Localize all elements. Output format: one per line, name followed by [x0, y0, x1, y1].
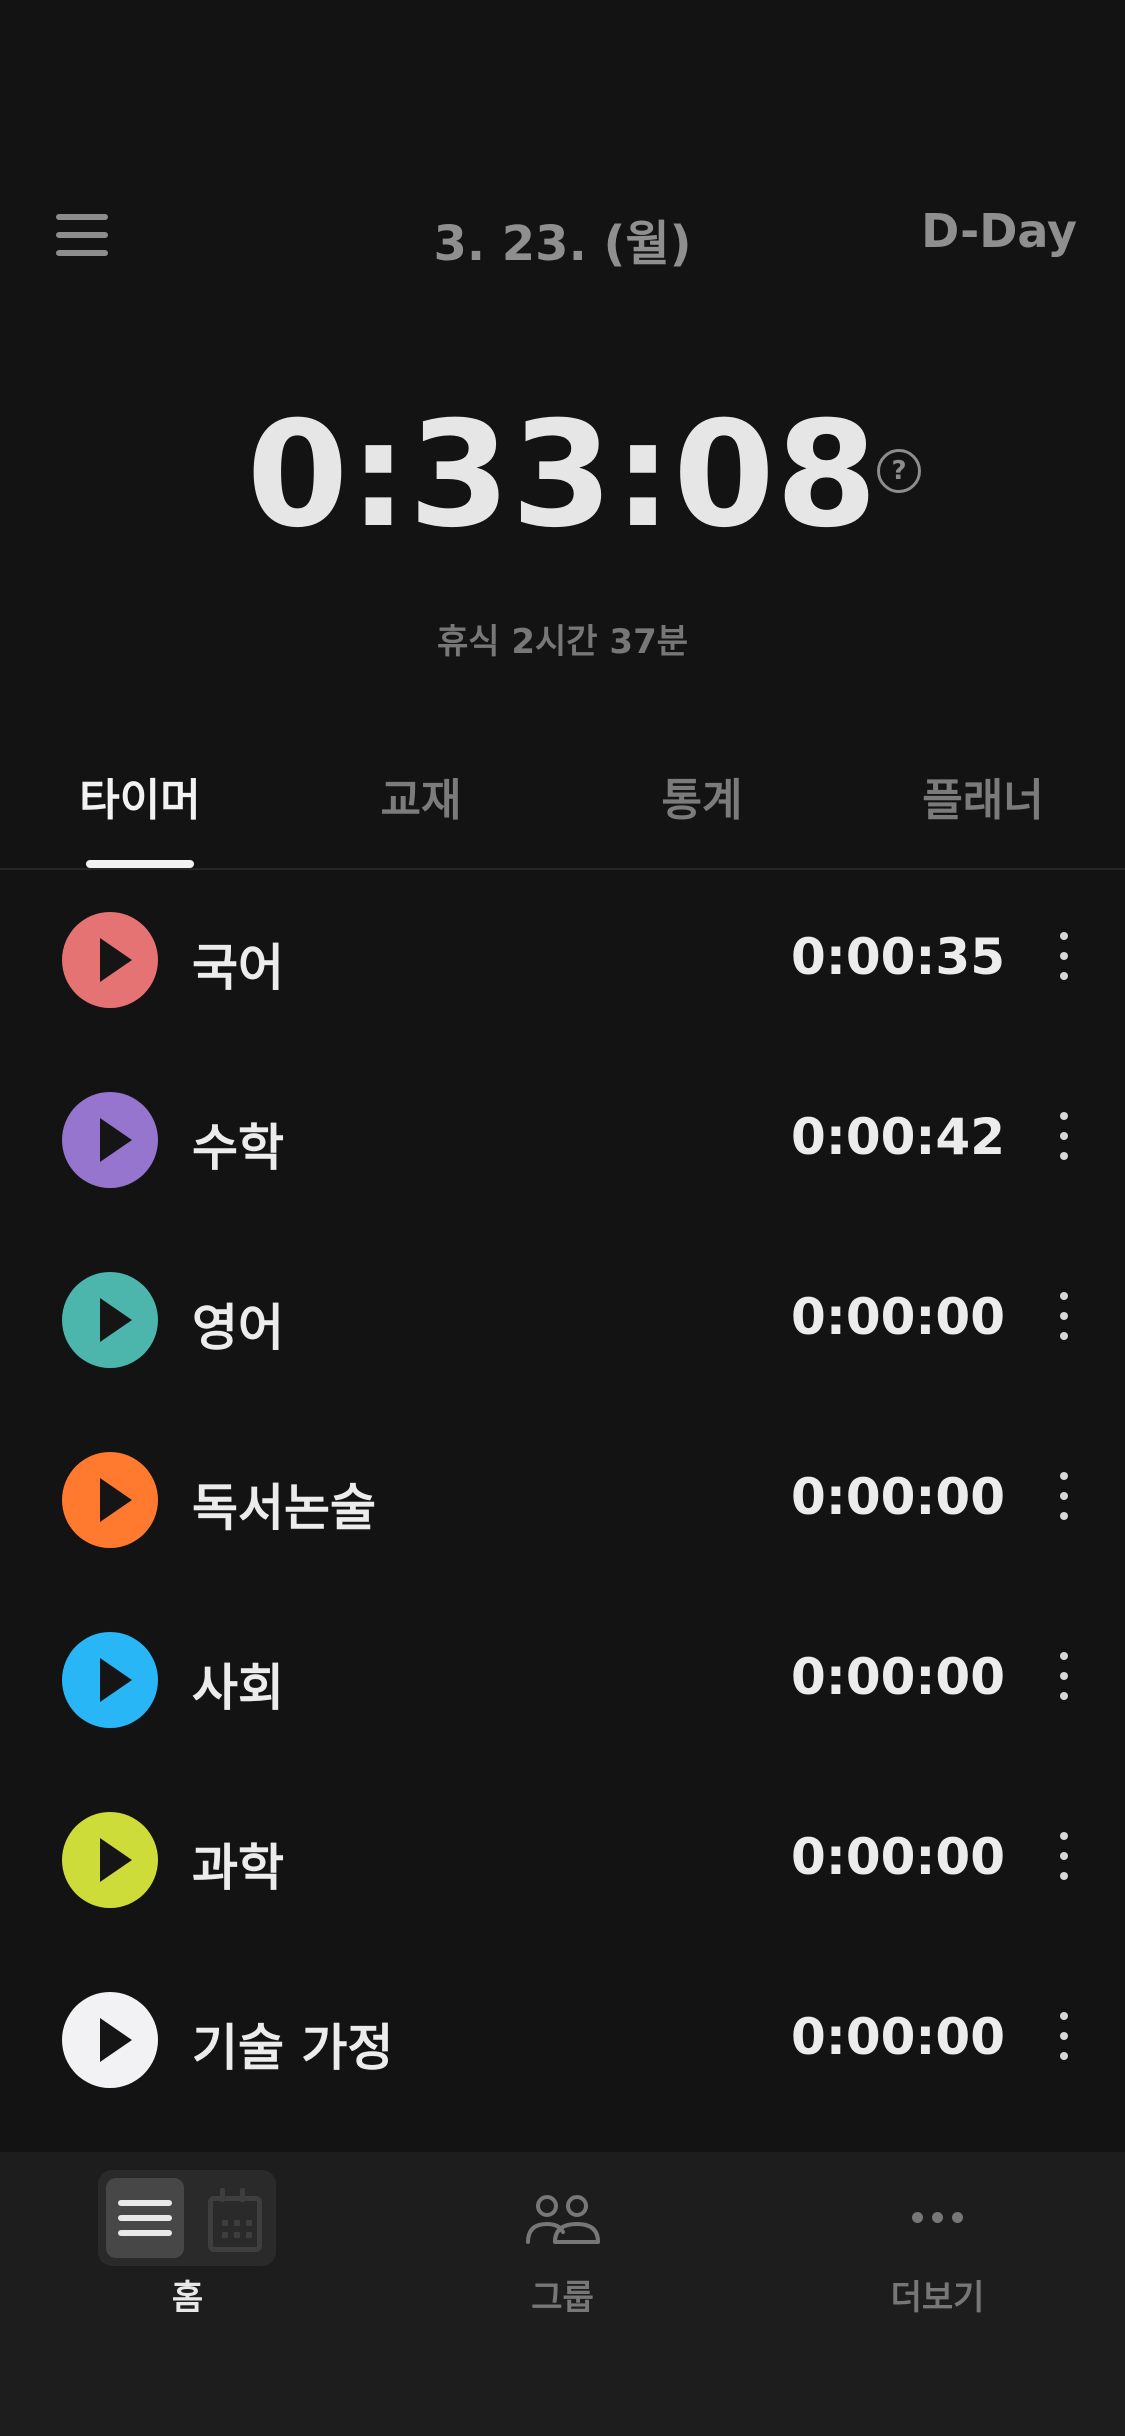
subject-time: 0:00:00	[791, 1828, 1005, 1886]
subject-row[interactable]: 기술 가정 0:00:00	[0, 1948, 1125, 2128]
play-icon[interactable]	[62, 912, 158, 1008]
play-icon[interactable]	[62, 1092, 158, 1188]
tab-textbook[interactable]: 교재	[281, 764, 561, 828]
play-icon[interactable]	[62, 1452, 158, 1548]
more-dots-icon	[912, 2212, 964, 2224]
question-circle-icon[interactable]: ?	[877, 449, 921, 493]
calendar-view-icon[interactable]	[194, 2178, 270, 2258]
nav-more[interactable]: 더보기	[750, 2152, 1125, 2352]
subject-name: 수학	[192, 1119, 284, 1177]
play-icon[interactable]	[62, 1992, 158, 2088]
top-bar: 3. 23. (월) D-Day	[0, 170, 1125, 300]
subject-row[interactable]: 수학 0:00:42	[0, 1048, 1125, 1228]
tab-statistics[interactable]: 통계	[562, 764, 842, 828]
subject-name: 독서논술	[192, 1479, 376, 1537]
tab-bar: 타이머 교재 통계 플래너	[0, 740, 1125, 870]
rest-time-label: 휴식 2시간 37분	[436, 622, 689, 662]
subject-time: 0:00:00	[791, 1288, 1005, 1346]
nav-home[interactable]: 홈	[0, 2152, 375, 2352]
subject-time: 0:00:00	[791, 1648, 1005, 1706]
more-vertical-icon[interactable]	[1050, 1832, 1078, 1888]
subject-name: 영어	[192, 1299, 284, 1357]
more-vertical-icon[interactable]	[1050, 1112, 1078, 1168]
subject-time: 0:00:35	[791, 928, 1005, 986]
home-view-toggle[interactable]	[98, 2170, 276, 2266]
play-icon[interactable]	[62, 1272, 158, 1368]
group-icon	[526, 2195, 600, 2244]
subject-row[interactable]: 국어 0:00:35	[0, 868, 1125, 1048]
subject-time: 0:00:00	[791, 2008, 1005, 2066]
nav-more-label: 더보기	[890, 2278, 985, 2318]
bottom-navigation: 홈 그룹 더보기	[0, 2152, 1125, 2436]
subject-time: 0:00:00	[791, 1468, 1005, 1526]
tab-timer[interactable]: 타이머	[0, 764, 280, 828]
more-vertical-icon[interactable]	[1050, 932, 1078, 988]
play-icon[interactable]	[62, 1632, 158, 1728]
active-tab-indicator	[86, 860, 194, 868]
nav-group[interactable]: 그룹	[375, 2152, 750, 2352]
subject-name: 국어	[192, 939, 284, 997]
list-view-icon[interactable]	[106, 2178, 184, 2258]
d-day-button[interactable]: D-Day	[921, 204, 1077, 258]
more-vertical-icon[interactable]	[1050, 2012, 1078, 2068]
total-study-time: 0:33:08	[246, 390, 879, 560]
subject-row[interactable]: 과학 0:00:00	[0, 1768, 1125, 1948]
subject-name: 사회	[192, 1659, 284, 1717]
more-vertical-icon[interactable]	[1050, 1652, 1078, 1708]
more-vertical-icon[interactable]	[1050, 1472, 1078, 1528]
subject-row[interactable]: 독서논술 0:00:00	[0, 1408, 1125, 1588]
subject-row[interactable]: 사회 0:00:00	[0, 1588, 1125, 1768]
tab-planner[interactable]: 플래너	[843, 764, 1123, 828]
play-icon[interactable]	[62, 1812, 158, 1908]
more-vertical-icon[interactable]	[1050, 1292, 1078, 1348]
subject-time: 0:00:42	[791, 1108, 1005, 1166]
subject-name: 과학	[192, 1839, 284, 1897]
subject-name: 기술 가정	[192, 2019, 394, 2077]
subject-row[interactable]: 영어 0:00:00	[0, 1228, 1125, 1408]
nav-group-label: 그룹	[531, 2278, 594, 2318]
nav-home-label: 홈	[171, 2278, 204, 2318]
